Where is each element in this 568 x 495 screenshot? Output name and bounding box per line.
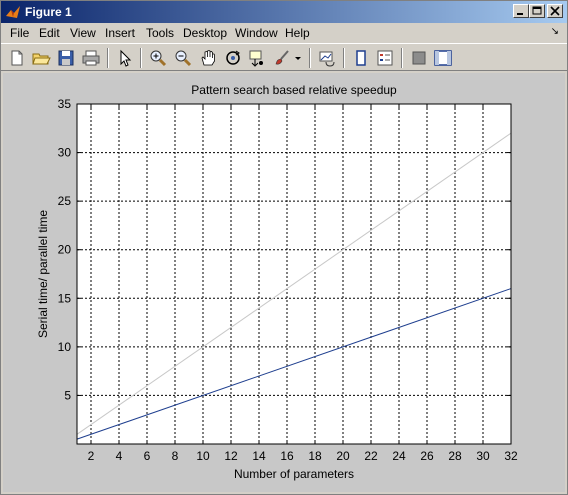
x-tick-label: 10	[196, 449, 210, 463]
menu-view[interactable]: View	[70, 26, 96, 40]
figure-canvas: 2 4 6 8 10 12 14 16 18 20 22 24 26 28 30 32 5 10 15 20 25 30 3…	[3, 73, 565, 492]
zoom-out-button[interactable]	[173, 48, 193, 68]
plot-svg[interactable]: 2 4 6 8 10 12 14 16 18 20 22 24 26 28 30 32510152025303…	[3, 73, 565, 492]
x-axis-label: Number of parameters	[234, 467, 354, 481]
y-tick-label: 10	[58, 340, 72, 354]
data-cursor-button[interactable]	[247, 48, 267, 68]
open-file-button[interactable]	[31, 48, 51, 68]
y-tick-label: 5	[64, 388, 71, 402]
brush-icon	[275, 50, 289, 65]
toolbar-separator	[401, 48, 403, 68]
x-tick-label: 32	[504, 449, 518, 463]
menu-desktop[interactable]: Desktop	[183, 26, 227, 40]
zoom-in-icon	[150, 50, 167, 67]
brush-dropdown-icon	[295, 57, 301, 60]
menu-insert[interactable]: Insert	[105, 26, 135, 40]
x-tick-label: 8	[172, 449, 179, 463]
close-button[interactable]	[547, 4, 563, 18]
print-icon	[82, 50, 100, 66]
x-tick-label: 18	[308, 449, 322, 463]
x-tick-label: 16	[280, 449, 294, 463]
menu-window[interactable]: Window	[235, 26, 278, 40]
save-icon	[58, 50, 74, 66]
zoom-out-icon	[175, 50, 192, 67]
toolbar-separator	[107, 48, 109, 68]
y-tick-label: 30	[58, 146, 72, 160]
dock-arrow-icon[interactable]: ↘	[551, 26, 559, 37]
x-tick-label: 20	[336, 449, 350, 463]
maximize-button[interactable]	[529, 4, 545, 18]
menu-tools[interactable]: Tools	[146, 26, 174, 40]
x-tick-label: 2	[88, 449, 95, 463]
y-tick-label: 15	[58, 291, 72, 305]
toolbar-separator	[309, 48, 311, 68]
figure-toolbar	[1, 43, 567, 71]
select-arrow-icon	[120, 49, 132, 67]
save-button[interactable]	[56, 48, 76, 68]
menu-bar: File Edit View Insert Tools Desktop Wind…	[1, 23, 567, 43]
axes-background[interactable]	[77, 104, 511, 444]
legend-icon	[377, 50, 393, 66]
brush-button[interactable]	[272, 48, 292, 68]
show-plot-tools-button[interactable]	[433, 48, 453, 68]
rotate-3d-icon	[226, 50, 240, 65]
show-plot-tools-icon	[434, 50, 452, 66]
select-arrow-button[interactable]	[115, 48, 135, 68]
figure-window: Figure 1 File Edit View Insert Tools Des…	[0, 0, 568, 495]
x-tick-label: 24	[392, 449, 406, 463]
menu-file[interactable]: File	[10, 26, 29, 40]
rotate-3d-button[interactable]	[223, 48, 243, 68]
hide-plot-tools-button[interactable]	[409, 48, 429, 68]
toolbar-separator	[140, 48, 142, 68]
menu-help[interactable]: Help	[285, 26, 310, 40]
x-tick-label: 28	[448, 449, 462, 463]
title-bar[interactable]: Figure 1	[1, 1, 567, 23]
legend-button[interactable]	[375, 48, 395, 68]
link-plot-icon	[319, 51, 335, 67]
matlab-logo-icon	[6, 6, 20, 18]
y-tick-label: 35	[58, 97, 72, 111]
chart-title: Pattern search based relative speedup	[191, 83, 397, 97]
open-file-icon	[32, 53, 51, 65]
y-tick-label: 25	[58, 194, 72, 208]
link-plot-button[interactable]	[317, 48, 337, 68]
minimize-button[interactable]	[513, 4, 529, 18]
menu-edit[interactable]: Edit	[39, 26, 60, 40]
x-tick-label: 30	[476, 449, 490, 463]
data-cursor-icon	[249, 50, 263, 67]
toolbar-separator	[343, 48, 345, 68]
brush-dropdown-button[interactable]	[293, 48, 303, 68]
zoom-in-button[interactable]	[148, 48, 168, 68]
colorbar-button[interactable]	[351, 48, 371, 68]
colorbar-icon	[356, 50, 366, 66]
minimize-icon	[517, 13, 523, 15]
new-figure-button[interactable]	[7, 48, 27, 68]
y-axis-label: Serial time/ parallel time	[36, 210, 50, 338]
window-title: Figure 1	[25, 5, 72, 19]
x-tick-label: 22	[364, 449, 378, 463]
x-tick-label: 12	[224, 449, 238, 463]
pan-hand-button[interactable]	[198, 48, 218, 68]
x-tick-label: 26	[420, 449, 434, 463]
new-figure-icon	[11, 50, 23, 66]
x-tick-label: 6	[144, 449, 151, 463]
x-tick-label: 14	[252, 449, 266, 463]
x-tick-label: 4	[116, 449, 123, 463]
pan-hand-icon	[201, 50, 215, 66]
hide-plot-tools-icon	[412, 51, 426, 65]
close-icon	[550, 6, 560, 16]
maximize-icon	[532, 6, 542, 15]
print-button[interactable]	[81, 48, 101, 68]
y-tick-label: 20	[58, 243, 72, 257]
